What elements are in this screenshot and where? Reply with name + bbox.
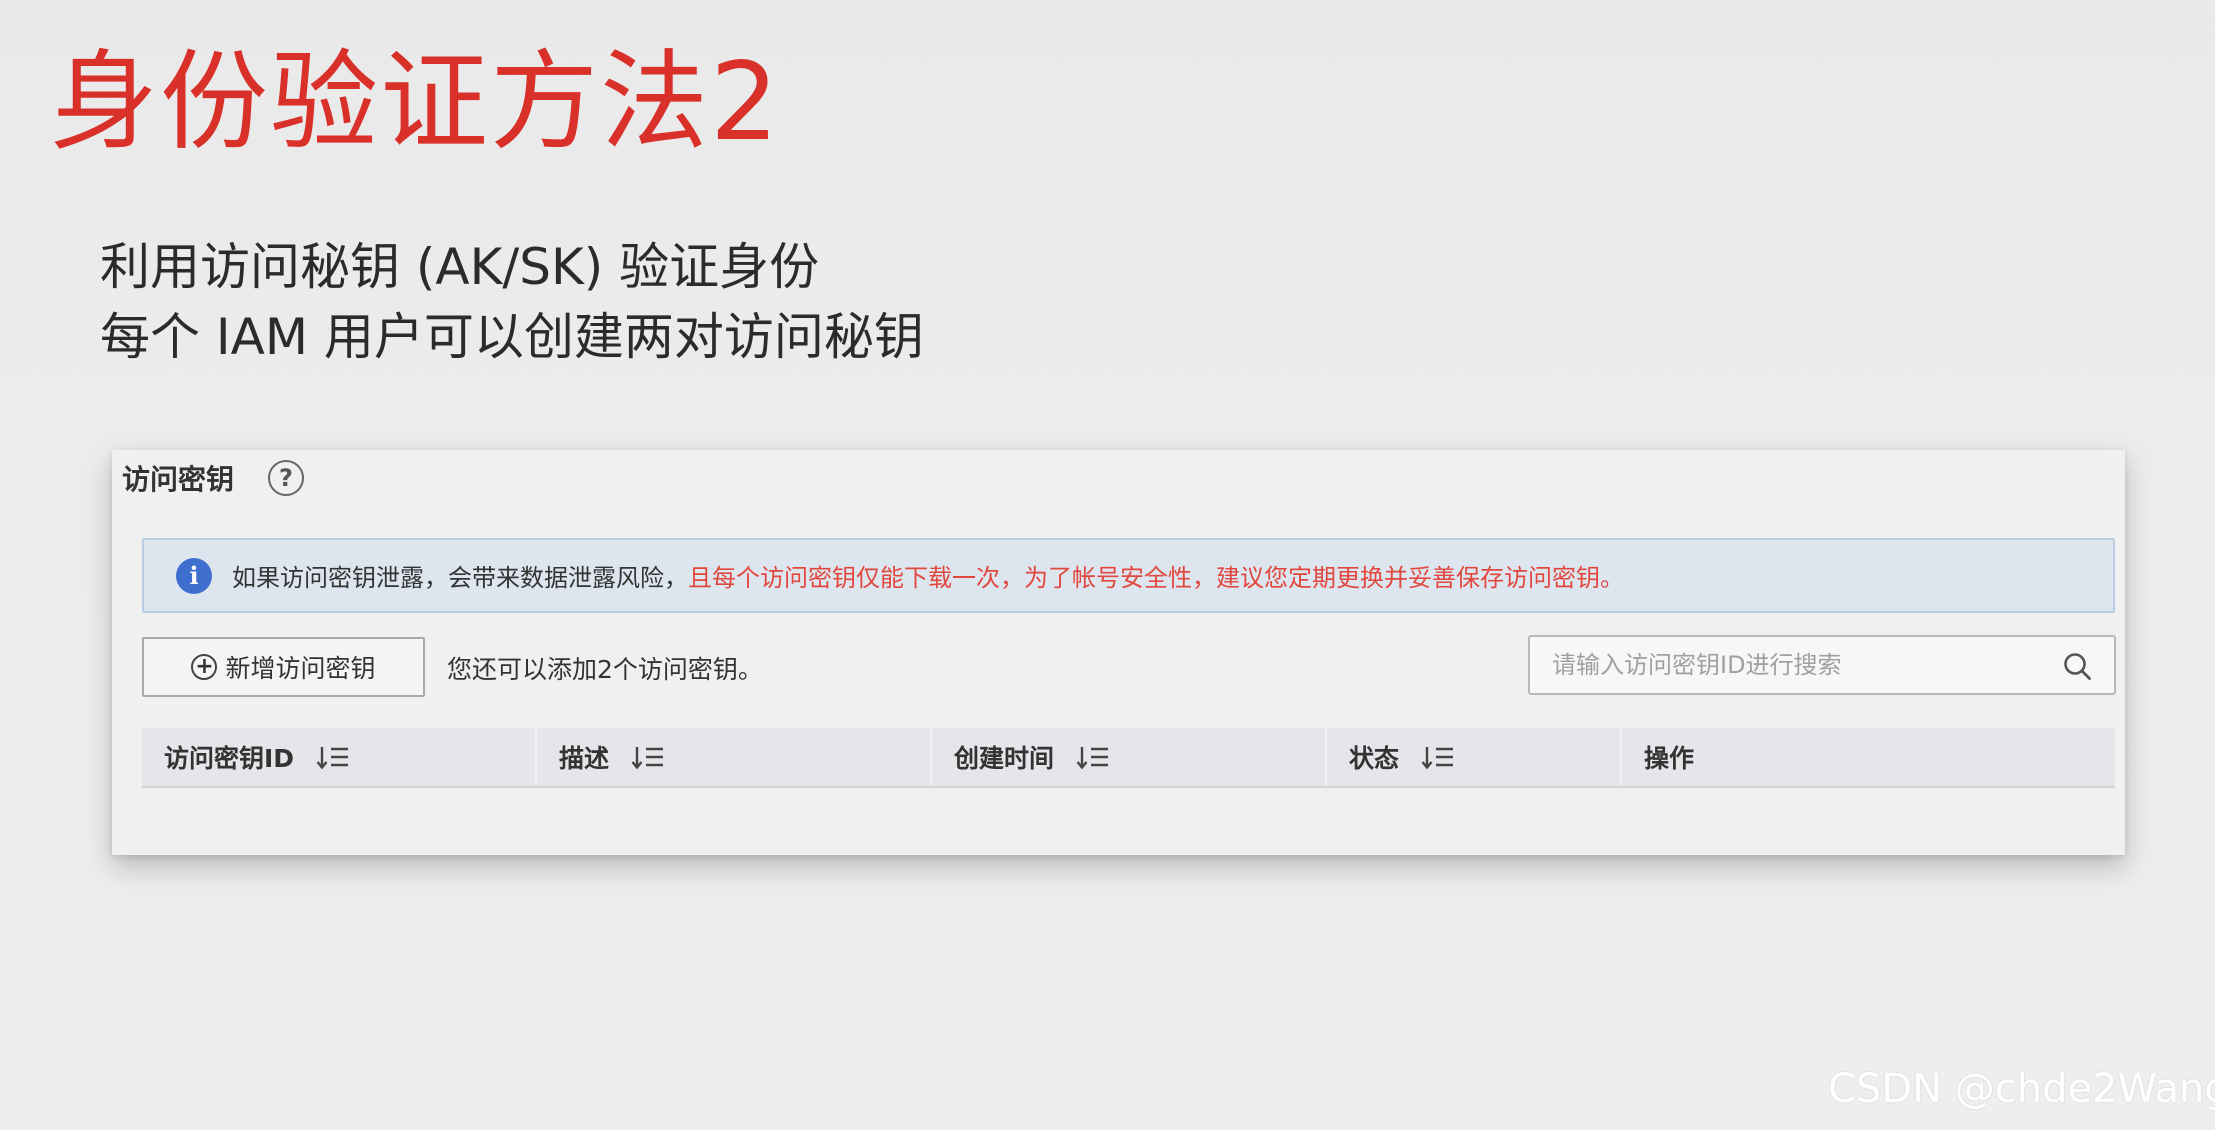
- column-header-description: 描述: [537, 728, 932, 786]
- access-key-table-header: 访问密钥ID 描述 创建时间 状态 操作: [142, 728, 2115, 788]
- info-icon: i: [176, 557, 212, 594]
- column-header-actions: 操作: [1622, 728, 2115, 786]
- add-access-key-label: 新增访问密钥: [225, 654, 376, 683]
- notice-text-normal: 如果访问密钥泄露，会带来数据泄露风险，: [232, 564, 688, 592]
- access-key-panel: 访问密钥 ? i 如果访问密钥泄露，会带来数据泄露风险，且每个访问密钥仅能下载一…: [112, 450, 2125, 855]
- panel-title: 访问密钥: [122, 463, 235, 496]
- slide-bullets: 利用访问秘钥 (AK/SK) 验证身份 每个 IAM 用户可以创建两对访问秘钥: [100, 232, 924, 372]
- column-label: 状态: [1349, 744, 1400, 773]
- bullet-1: 利用访问秘钥 (AK/SK) 验证身份: [100, 238, 820, 296]
- column-label: 访问密钥ID: [164, 744, 295, 773]
- sort-icon[interactable]: [631, 743, 665, 771]
- column-header-key-id: 访问密钥ID: [142, 728, 537, 786]
- add-access-key-button[interactable]: + 新增访问密钥: [142, 637, 425, 697]
- search-input[interactable]: [1530, 637, 2050, 693]
- column-label: 操作: [1644, 744, 1695, 773]
- notice-banner: i 如果访问密钥泄露，会带来数据泄露风险，且每个访问密钥仅能下载一次，为了帐号安…: [142, 538, 2115, 613]
- column-header-status: 状态: [1327, 728, 1622, 786]
- sort-icon[interactable]: [1421, 743, 1455, 771]
- plus-circle-icon: +: [191, 654, 218, 680]
- column-label: 描述: [559, 744, 610, 773]
- sort-icon[interactable]: [1076, 743, 1110, 771]
- search-icon[interactable]: [2062, 651, 2092, 681]
- watermark: CSDN @chde2Wang: [1828, 1066, 2215, 1112]
- notice-text: 如果访问密钥泄露，会带来数据泄露风险，且每个访问密钥仅能下载一次，为了帐号安全性…: [232, 558, 1624, 593]
- sort-icon[interactable]: [316, 743, 350, 771]
- search-box: [1528, 635, 2116, 695]
- column-header-created-time: 创建时间: [932, 728, 1327, 786]
- column-label: 创建时间: [954, 744, 1055, 773]
- help-icon[interactable]: ?: [268, 460, 305, 496]
- slide-title: 身份验证方法2: [50, 40, 781, 165]
- bullet-2: 每个 IAM 用户可以创建两对访问秘钥: [100, 308, 924, 366]
- panel-header: 访问密钥 ?: [122, 458, 305, 498]
- notice-text-warning: 且每个访问密钥仅能下载一次，为了帐号安全性，建议您定期更换并妥善保存访问密钥。: [688, 564, 1624, 592]
- remaining-keys-text: 您还可以添加2个访问密钥。: [447, 655, 763, 684]
